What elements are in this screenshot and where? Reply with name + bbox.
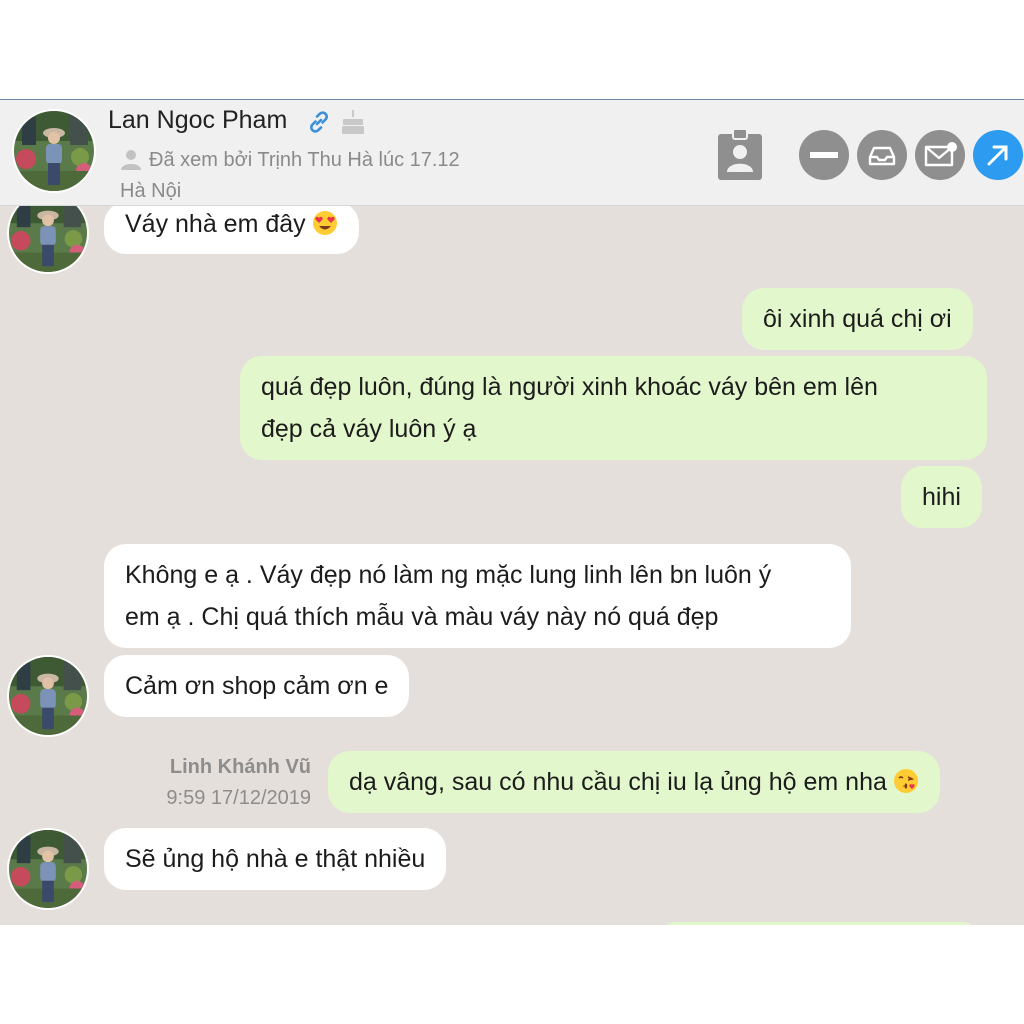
message-line: quá đẹp luôn, đúng là người xinh khoác v… [261, 373, 878, 401]
message-timestamp: 9:59 17/12/2019 [166, 787, 311, 809]
link-icon [310, 111, 328, 133]
heart-eyes-icon [312, 211, 337, 235]
user-icon [121, 150, 141, 170]
kiss-icon [893, 769, 918, 793]
sender-avatar[interactable] [7, 655, 89, 737]
message-bubble[interactable]: Váy nhà em đây [104, 202, 359, 254]
message-line: em ạ . Chị quá thích mẫu và màu váy này … [125, 603, 719, 631]
contact-card-icon[interactable] [716, 128, 764, 182]
message-bubble[interactable]: Không e ạ . Váy đẹp nó làm ng mặc lung l… [104, 544, 851, 648]
message-bubble-partial [664, 922, 974, 925]
mail-icon [924, 142, 957, 167]
contact-avatar[interactable] [12, 109, 96, 193]
message-text: hihi [922, 483, 961, 511]
chat-header: Lan Ngoc Pham Đã xem bởi Trịnh Thu Hà lú… [0, 100, 1024, 206]
message-text: Sẽ ủng hộ nhà e thật nhiều [125, 845, 426, 873]
seen-status: Đã xem bởi Trịnh Thu Hà lúc 17.12 [149, 149, 460, 171]
message-text: Váy nhà em đây [125, 210, 306, 238]
sender-avatar[interactable] [7, 828, 89, 910]
archive-icon [868, 146, 896, 166]
message-text: Cảm ơn shop cảm ơn e [125, 672, 389, 700]
message-bubble[interactable]: Cảm ơn shop cảm ơn e [104, 655, 410, 717]
chat-window: Lan Ngoc Pham Đã xem bởi Trịnh Thu Hà lú… [0, 99, 1024, 925]
contact-location: Hà Nội [120, 180, 182, 202]
minimize-icon [810, 152, 838, 158]
contact-name[interactable]: Lan Ngoc Pham [108, 106, 287, 135]
message-bubble[interactable]: ôi xinh quá chị ơi [742, 288, 973, 350]
message-text: dạ vâng, sau có nhu cầu chị iu lạ ủng hộ… [349, 768, 887, 796]
expand-icon [987, 145, 1008, 166]
archive-button[interactable] [857, 130, 907, 180]
message-bubble[interactable]: quá đẹp luôn, đúng là người xinh khoác v… [240, 356, 987, 460]
sender-name: Linh Khánh Vũ [169, 756, 311, 778]
message-bubble[interactable]: Sẽ ủng hộ nhà e thật nhiều [104, 828, 447, 890]
mail-button[interactable] [915, 130, 965, 180]
message-bubble[interactable]: dạ vâng, sau có nhu cầu chị iu lạ ủng hộ… [328, 751, 940, 813]
message-line: đẹp cả váy luôn ý ạ [261, 415, 477, 443]
message-bubble[interactable]: hihi [901, 466, 982, 528]
cake-icon [342, 110, 364, 134]
expand-button[interactable] [973, 130, 1023, 180]
minimize-button[interactable] [799, 130, 849, 180]
message-line: Không e ạ . Váy đẹp nó làm ng mặc lung l… [125, 561, 772, 589]
message-text: ôi xinh quá chị ơi [763, 305, 952, 333]
